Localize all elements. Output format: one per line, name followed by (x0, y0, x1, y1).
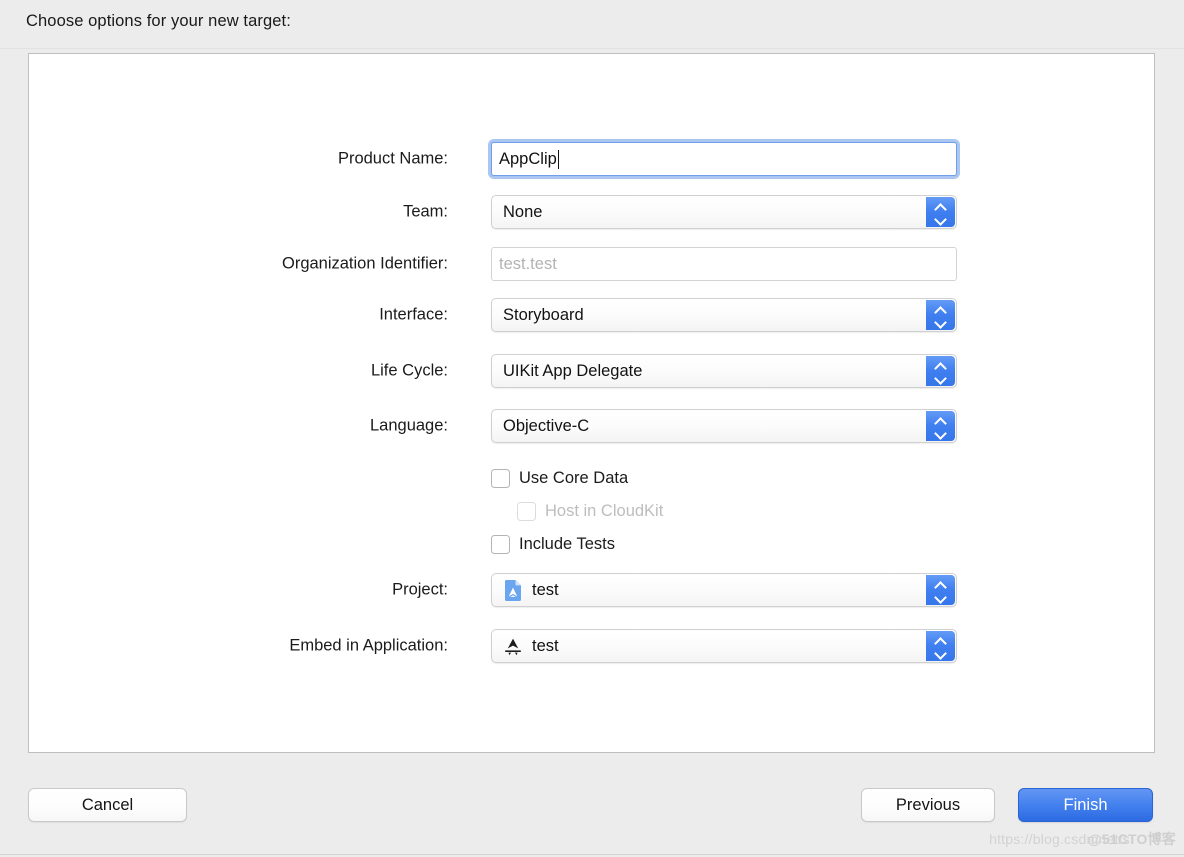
interface-field-wrap: Storyboard (491, 298, 957, 332)
xcode-project-document-icon (503, 579, 523, 601)
embed-in-application-stepper[interactable] (926, 631, 955, 661)
cancel-button[interactable]: Cancel (28, 788, 187, 822)
team-stepper[interactable] (926, 197, 955, 227)
form-row-life-cycle: Life Cycle: UIKit App Delegate (29, 354, 1154, 388)
checkbox-row-include-tests[interactable]: Include Tests (491, 532, 615, 556)
project-select[interactable]: test (491, 573, 957, 607)
embed-in-application-select[interactable]: test (491, 629, 957, 663)
form-row-project: Project: test (29, 573, 1154, 607)
embed-in-application-value: test (532, 636, 559, 655)
form-row-product-name: Product Name: AppClip (29, 142, 1154, 176)
chevron-down-icon (935, 317, 946, 324)
interface-stepper[interactable] (926, 300, 955, 330)
interface-value: Storyboard (503, 305, 584, 324)
team-field-wrap: None (491, 195, 957, 229)
finish-button[interactable]: Finish (1018, 788, 1153, 822)
embed-in-application-label: Embed in Application: (289, 636, 448, 655)
embed-in-application-field-wrap: test (491, 629, 957, 663)
product-name-label: Product Name: (337, 149, 448, 168)
options-panel: Product Name: AppClip Team: None Organiz… (28, 53, 1155, 753)
text-caret (557, 149, 559, 169)
chevron-up-icon (935, 638, 946, 645)
form-row-language: Language: Objective-C (29, 409, 1154, 443)
language-select[interactable]: Objective-C (491, 409, 957, 443)
team-select[interactable]: None (491, 195, 957, 229)
life-cycle-select[interactable]: UIKit App Delegate (491, 354, 957, 388)
language-stepper[interactable] (926, 411, 955, 441)
organization-identifier-input[interactable]: test.test (491, 247, 957, 281)
chevron-up-icon (935, 418, 946, 425)
life-cycle-stepper[interactable] (926, 356, 955, 386)
watermark-tag: @51CTO博客 (1087, 831, 1176, 847)
project-stepper[interactable] (926, 575, 955, 605)
team-value: None (503, 202, 543, 221)
interface-select[interactable]: Storyboard (491, 298, 957, 332)
checkbox-row-use-core-data[interactable]: Use Core Data (491, 466, 628, 490)
chevron-down-icon (935, 214, 946, 221)
title-divider (0, 48, 1184, 49)
language-label: Language: (370, 416, 448, 435)
organization-identifier-field-wrap: test.test (491, 247, 957, 281)
product-name-field-wrap: AppClip (491, 142, 957, 176)
app-store-a-icon (503, 635, 523, 657)
chevron-down-icon (935, 428, 946, 435)
bottom-divider (0, 854, 1184, 855)
use-core-data-checkbox[interactable] (491, 468, 510, 488)
form-row-embed-in-application: Embed in Application: test (29, 629, 1154, 663)
form-row-interface: Interface: Storyboard (29, 298, 1154, 332)
organization-identifier-label: Organization Identifier: (281, 254, 448, 273)
page-title: Choose options for your new target: (26, 12, 291, 30)
chevron-up-icon (935, 204, 946, 211)
use-core-data-label: Use Core Data (519, 468, 629, 487)
interface-label: Interface: (379, 305, 448, 324)
host-in-cloudkit-label: Host in CloudKit (545, 501, 664, 520)
chevron-up-icon (935, 307, 946, 314)
life-cycle-label: Life Cycle: (370, 361, 448, 380)
life-cycle-value: UIKit App Delegate (503, 361, 643, 380)
include-tests-checkbox[interactable] (491, 534, 510, 554)
language-field-wrap: Objective-C (491, 409, 957, 443)
previous-button[interactable]: Previous (861, 788, 995, 822)
form-row-organization-identifier: Organization Identifier: test.test (29, 247, 1154, 281)
chevron-down-icon (935, 373, 946, 380)
host-in-cloudkit-checkbox (517, 501, 536, 521)
life-cycle-field-wrap: UIKit App Delegate (491, 354, 957, 388)
organization-identifier-placeholder: test.test (499, 254, 557, 273)
checkbox-row-host-in-cloudkit: Host in CloudKit (517, 499, 663, 523)
chevron-up-icon (935, 363, 946, 370)
team-label: Team: (403, 202, 448, 221)
language-value: Objective-C (503, 416, 590, 435)
include-tests-label: Include Tests (519, 534, 616, 553)
watermark: https://blog.csdn.net/s@51CTO博客 (989, 829, 1176, 849)
project-value: test (532, 580, 559, 599)
project-field-wrap: test (491, 573, 957, 607)
project-label: Project: (392, 580, 448, 599)
chevron-up-icon (935, 582, 946, 589)
form-row-team: Team: None (29, 195, 1154, 229)
chevron-down-icon (935, 592, 946, 599)
product-name-value: AppClip (499, 149, 557, 168)
chevron-down-icon (935, 648, 946, 655)
product-name-input[interactable]: AppClip (491, 142, 957, 176)
